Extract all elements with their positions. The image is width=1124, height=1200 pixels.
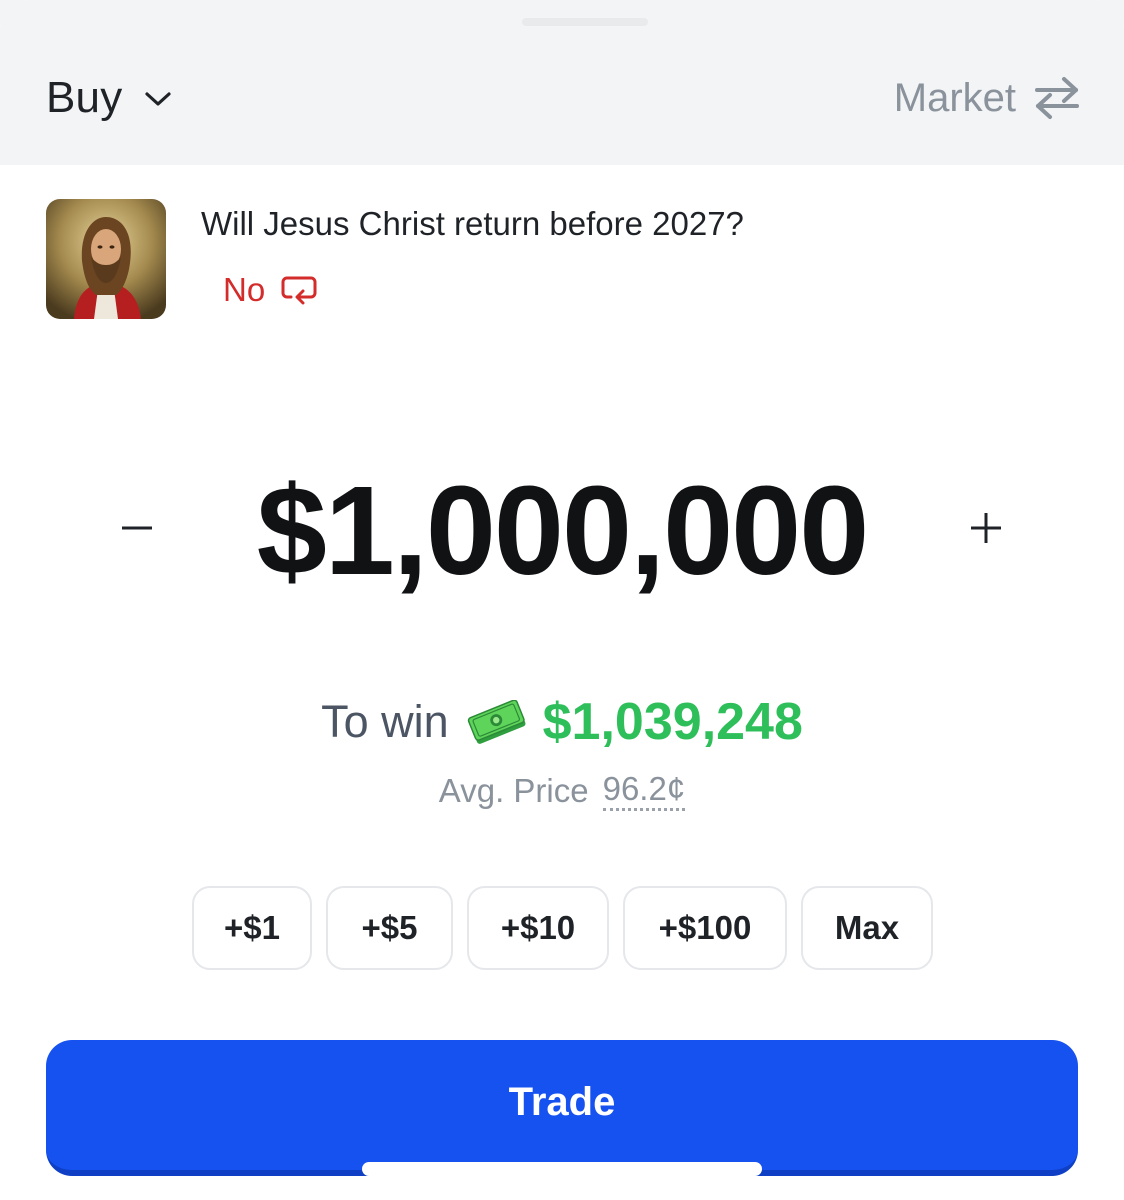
outcome-selector[interactable]: No (223, 271, 317, 309)
max-amount-button[interactable]: Max (801, 886, 933, 970)
quick-amount-buttons: +$1 +$5 +$10 +$100 Max (192, 886, 933, 970)
sheet-grabber[interactable] (522, 18, 648, 26)
increase-amount-button[interactable] (956, 498, 1016, 558)
trade-header: Buy Market (0, 0, 1124, 165)
trade-button-label: Trade (508, 1079, 616, 1124)
to-win-label: To win (321, 696, 449, 747)
trade-sheet: Buy Market Will Jesus Christ return befo… (0, 0, 1124, 1200)
money-icon (467, 700, 527, 744)
market-question: Will Jesus Christ return before 2027? (201, 205, 744, 242)
buy-sell-dropdown[interactable]: Buy (46, 70, 172, 126)
order-type-toggle[interactable]: Market (894, 70, 1080, 126)
home-indicator (362, 1162, 762, 1176)
quick-add-10-button[interactable]: +$10 (467, 886, 609, 970)
to-win-row: To win $1,039,248 (0, 692, 1124, 752)
to-win-amount: $1,039,248 (542, 693, 803, 751)
chevron-down-icon (145, 92, 172, 106)
average-price-row: Avg. Price 96.2¢ (0, 770, 1124, 811)
quick-add-1-button[interactable]: +$1 (192, 886, 312, 970)
swap-arrows-icon (1035, 77, 1079, 119)
market-thumbnail (46, 199, 166, 319)
trade-button[interactable]: Trade (46, 1040, 1078, 1176)
side-label: Buy (46, 73, 123, 122)
avg-price-value[interactable]: 96.2¢ (602, 770, 686, 811)
market-summary: Will Jesus Christ return before 2027? No (46, 199, 1086, 319)
avg-price-label: Avg. Price (438, 771, 589, 809)
outcome-label: No (223, 271, 266, 308)
switch-icon (281, 276, 317, 305)
quick-add-100-button[interactable]: +$100 (623, 886, 787, 970)
order-type-label: Market (893, 75, 1016, 120)
plus-icon (971, 513, 1001, 543)
quick-add-5-button[interactable]: +$5 (326, 886, 453, 970)
